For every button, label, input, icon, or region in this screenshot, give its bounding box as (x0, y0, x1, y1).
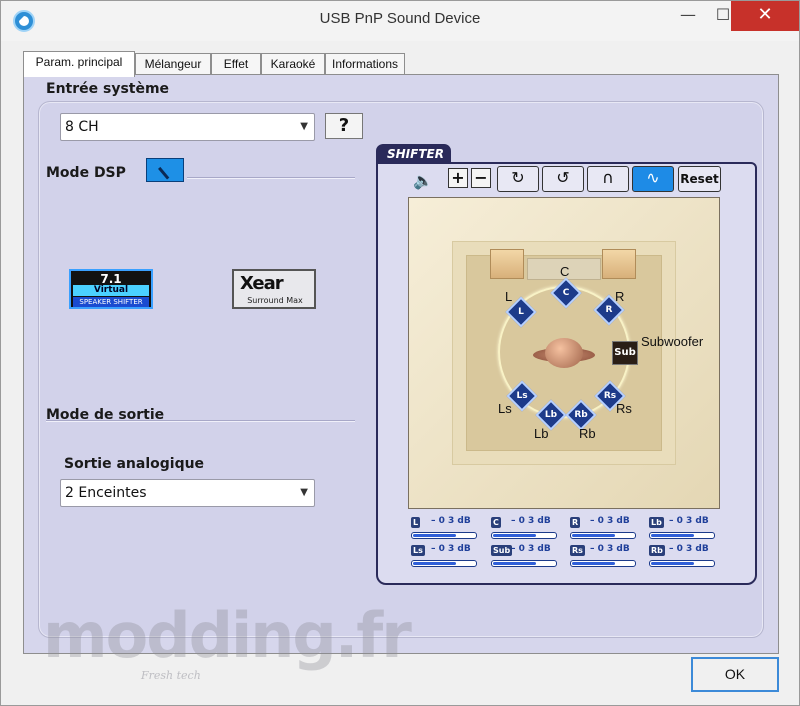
meter-bar[interactable] (411, 532, 477, 539)
volume-up-button[interactable]: + (448, 168, 468, 188)
virtual-speaker-shifter-logo[interactable]: 7.1 Virtual SPEAKER SHIFTER (69, 269, 153, 309)
system-input-select[interactable]: 8 CH ▼ (60, 113, 315, 141)
meter-tag: R (570, 517, 581, 528)
output-divider (46, 420, 355, 422)
meter-fill (572, 562, 615, 565)
label-c: C (560, 264, 570, 279)
meter-db: – 0 3 dB (669, 544, 709, 554)
analog-output-label: Sortie analogique (64, 456, 205, 472)
rotate-counterclockwise-button[interactable]: ↺ (542, 166, 584, 192)
logo71-line1: Virtual (73, 285, 149, 296)
meter-db: – 0 3 dB (669, 516, 709, 526)
speaker-room-view[interactable]: C L R Ls Rs Lb Rb Sub C L R Ls Rs Lb Rb … (408, 197, 720, 509)
meter-rs[interactable]: Rs – 0 3 dB (570, 544, 636, 571)
tab-informations[interactable]: Informations (325, 53, 405, 75)
volume-down-button[interactable]: − (471, 168, 491, 188)
rotate-clockwise-button[interactable]: ↻ (497, 166, 539, 192)
meter-bar[interactable] (491, 560, 557, 567)
tab-effet[interactable]: Effet (211, 53, 261, 75)
reset-button[interactable]: Reset (678, 166, 721, 192)
dsp-divider (187, 177, 355, 179)
meter-tag: Sub (491, 545, 513, 556)
watermark-tagline: Fresh tech (141, 669, 201, 682)
meter-tag: Rb (649, 545, 665, 556)
meter-bar[interactable] (491, 532, 557, 539)
label-lb: Lb (534, 426, 549, 441)
title-bar: USB PnP Sound Device — ☐ ✕ (1, 1, 799, 41)
meter-fill (413, 534, 456, 537)
meter-rb[interactable]: Rb – 0 3 dB (649, 544, 715, 571)
chevron-down-icon: ▼ (300, 121, 308, 132)
meter-bar[interactable] (649, 532, 715, 539)
meter-db: – 0 3 dB (590, 516, 630, 526)
meter-c[interactable]: C – 0 3 dB (491, 516, 557, 543)
wave-mode-button[interactable]: ∿ (632, 166, 674, 192)
meter-db: – 0 3 dB (431, 544, 471, 554)
listener-head-icon (545, 338, 583, 368)
meter-tag: L (411, 517, 421, 528)
system-input-value: 8 CH (65, 119, 99, 135)
ok-button[interactable]: OK (691, 657, 779, 692)
meter-tag: Lb (649, 517, 664, 528)
label-l: L (505, 289, 513, 304)
system-input-label: Entrée système (46, 81, 170, 97)
meter-db: – 0 3 dB (590, 544, 630, 554)
meter-bar[interactable] (649, 560, 715, 567)
meter-db: – 0 3 dB (511, 516, 551, 526)
label-rs: Rs (616, 401, 632, 416)
right-speaker-box (602, 249, 636, 279)
analog-output-select[interactable]: 2 Enceintes ▼ (60, 479, 315, 507)
meter-fill (572, 534, 615, 537)
meter-fill (651, 562, 694, 565)
left-speaker-box (490, 249, 524, 279)
analog-output-value: 2 Enceintes (65, 485, 147, 501)
xear-subtitle: Surround Max (247, 296, 303, 305)
meter-l[interactable]: L – 0 3 dB (411, 516, 477, 543)
label-ls: Ls (498, 401, 512, 416)
meter-bar[interactable] (570, 560, 636, 567)
speaker-subwoofer[interactable]: Sub (612, 341, 638, 365)
dialog-window: USB PnP Sound Device — ☐ ✕ Param. princi… (0, 0, 800, 706)
label-r: R (615, 289, 625, 304)
dsp-hammer-icon[interactable] (146, 158, 184, 182)
meter-sub[interactable]: Sub – 0 3 dB (491, 544, 557, 571)
meter-bar[interactable] (411, 560, 477, 567)
xear-surround-logo[interactable]: Xear Surround Max (232, 269, 316, 309)
speaker-volume-icon[interactable]: 🔈 (413, 171, 433, 190)
meter-lb[interactable]: Lb – 0 3 dB (649, 516, 715, 543)
tab-karaoke[interactable]: Karaoké (261, 53, 325, 75)
close-button[interactable]: ✕ (731, 1, 799, 31)
help-button[interactable]: ? (325, 113, 363, 139)
watermark-logo: modding.fr (43, 599, 412, 672)
headphone-mode-button[interactable]: ∩ (587, 166, 629, 192)
meter-tag: Ls (411, 545, 425, 556)
meter-fill (493, 534, 536, 537)
dsp-mode-label: Mode DSP (46, 165, 126, 181)
logo71-line2: SPEAKER SHIFTER (73, 297, 149, 307)
meter-tag: C (491, 517, 501, 528)
meter-db: – 0 3 dB (431, 516, 471, 526)
logo71-number: 7.1 (100, 272, 122, 286)
meter-fill (413, 562, 456, 565)
label-subwoofer: Subwoofer (641, 334, 704, 349)
label-rb: Rb (579, 426, 596, 441)
chevron-down-icon: ▼ (300, 487, 308, 498)
meter-ls[interactable]: Ls – 0 3 dB (411, 544, 477, 571)
meter-db: – 0 3 dB (511, 544, 551, 554)
meter-bar[interactable] (570, 532, 636, 539)
shifter-tab[interactable]: SHIFTER (376, 144, 451, 164)
tab-melangeur[interactable]: Mélangeur (135, 53, 211, 75)
meter-fill (493, 562, 536, 565)
meter-r[interactable]: R – 0 3 dB (570, 516, 636, 543)
tab-param-principal[interactable]: Param. principal (23, 51, 135, 77)
meter-fill (651, 534, 694, 537)
xear-title: Xear (240, 273, 284, 294)
meter-tag: Rs (570, 545, 585, 556)
